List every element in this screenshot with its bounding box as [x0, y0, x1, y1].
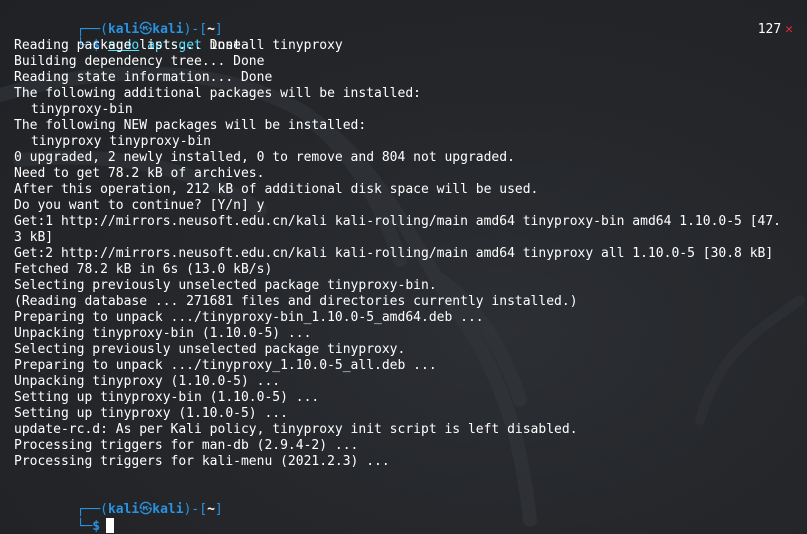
output-line-text: 3 kB]: [14, 230, 54, 245]
output-line: Need to get 78.2 kB of archives.: [0, 166, 807, 182]
exit-status: 127 ✕: [758, 22, 793, 38]
exit-status-code: 127: [757, 22, 782, 37]
output-line: Unpacking tinyproxy-bin (1.10.0-5) ...: [0, 326, 807, 342]
output-line-text: Reading package lists... Done: [14, 38, 241, 53]
output-line: Building dependency tree... Done: [0, 54, 807, 70]
output-line: Preparing to unpack .../tinyproxy-bin_1.…: [0, 310, 807, 326]
output-line-text: Need to get 78.2 kB of archives.: [14, 166, 265, 181]
output-line: Setting up tinyproxy (1.10.0-5) ...: [0, 406, 807, 422]
output-lines: Reading package lists... Done Building de…: [0, 38, 807, 470]
output-line: Selecting previously unselected package …: [0, 278, 807, 294]
output-line-text: update-rc.d: As per Kali policy, tinypro…: [14, 422, 578, 437]
output-line-text: Setting up tinyproxy (1.10.0-5) ...: [14, 406, 288, 421]
output-line: Preparing to unpack .../tinyproxy_1.10.0…: [0, 358, 807, 374]
text-cursor[interactable]: [106, 518, 115, 533]
terminal-window[interactable]: ┌──(kali㉿kali)-[~] └─$ sudo apt-get inst…: [0, 0, 807, 534]
output-line-text: Reading state information... Done: [14, 70, 273, 85]
output-line: Get:2 http://mirrors.neusoft.edu.cn/kali…: [0, 246, 807, 262]
output-line: Processing triggers for man-db (2.9.4-2)…: [0, 438, 807, 454]
output-line: tinyproxy tinyproxy-bin: [0, 134, 807, 150]
prompt-frame-bottom: └─: [76, 519, 93, 534]
output-line: 0 upgraded, 2 newly installed, 0 to remo…: [0, 150, 807, 166]
output-line-text: After this operation, 212 kB of addition…: [14, 182, 539, 197]
output-line-text: Fetched 78.2 kB in 6s (13.0 kB/s): [14, 262, 273, 277]
output-line-text: Get:1 http://mirrors.neusoft.edu.cn/kali…: [14, 214, 782, 229]
output-line-text: Selecting previously unselected package …: [14, 278, 437, 293]
output-line-text: The following NEW packages will be insta…: [14, 118, 367, 133]
terminal-output: ┌──(kali㉿kali)-[~] └─$ sudo apt-get inst…: [0, 6, 807, 470]
error-x-icon: ✕: [785, 22, 793, 37]
output-line-text: Preparing to unpack .../tinyproxy-bin_1.…: [14, 310, 484, 325]
output-line: Reading state information... Done: [0, 70, 807, 86]
output-line: Setting up tinyproxy-bin (1.10.0-5) ...: [0, 390, 807, 406]
output-line: Unpacking tinyproxy (1.10.0-5) ...: [0, 374, 807, 390]
command-line: └─$ sudo apt-get install tinyproxy 127 ✕: [0, 22, 807, 53]
prompt-line-top: ┌──(kali㉿kali)-[~]: [0, 6, 807, 37]
prompt-dollar: $: [92, 519, 101, 534]
scrollbar[interactable]: [801, 0, 807, 534]
output-line-text: tinyproxy tinyproxy-bin: [31, 134, 212, 149]
output-line: 3 kB]: [0, 230, 807, 246]
output-line: update-rc.d: As per Kali policy, tinypro…: [0, 422, 807, 438]
input-line[interactable]: └─$: [0, 502, 807, 534]
output-line-text: (Reading database ... 271681 files and d…: [14, 294, 578, 309]
active-prompt: ┌──(kali㉿kali)-[~] └─$: [0, 486, 807, 534]
output-line-text: Unpacking tinyproxy-bin (1.10.0-5) ...: [14, 326, 312, 341]
output-line: (Reading database ... 271681 files and d…: [0, 294, 807, 310]
output-line-text: The following additional packages will b…: [14, 86, 421, 101]
output-line-text: Setting up tinyproxy-bin (1.10.0-5) ...: [14, 390, 320, 405]
output-line: The following additional packages will b…: [0, 86, 807, 102]
output-line-text: Unpacking tinyproxy (1.10.0-5) ...: [14, 374, 281, 389]
output-line: Get:1 http://mirrors.neusoft.edu.cn/kali…: [0, 214, 807, 230]
output-line-text: Processing triggers for man-db (2.9.4-2)…: [14, 438, 359, 453]
output-line: After this operation, 212 kB of addition…: [0, 182, 807, 198]
output-line: The following NEW packages will be insta…: [0, 118, 807, 134]
output-line-text: tinyproxy-bin: [31, 102, 133, 117]
output-line: Reading package lists... Done: [0, 38, 807, 54]
output-line: tinyproxy-bin: [0, 102, 807, 118]
output-line-text: Selecting previously unselected package …: [14, 342, 406, 357]
output-line-text: Do you want to continue? [Y/n] y: [14, 198, 265, 213]
output-line: Processing triggers for kali-menu (2021.…: [0, 454, 807, 470]
output-line: Do you want to continue? [Y/n] y: [0, 198, 807, 214]
output-line-text: Building dependency tree... Done: [14, 54, 265, 69]
output-line: Fetched 78.2 kB in 6s (13.0 kB/s): [0, 262, 807, 278]
output-line-text: Preparing to unpack .../tinyproxy_1.10.0…: [14, 358, 437, 373]
output-line: Selecting previously unselected package …: [0, 342, 807, 358]
prompt-line-top: ┌──(kali㉿kali)-[~]: [0, 486, 807, 517]
output-line-text: Processing triggers for kali-menu (2021.…: [14, 454, 390, 469]
output-line-text: 0 upgraded, 2 newly installed, 0 to remo…: [14, 150, 515, 165]
output-line-text: Get:2 http://mirrors.neusoft.edu.cn/kali…: [14, 246, 774, 261]
